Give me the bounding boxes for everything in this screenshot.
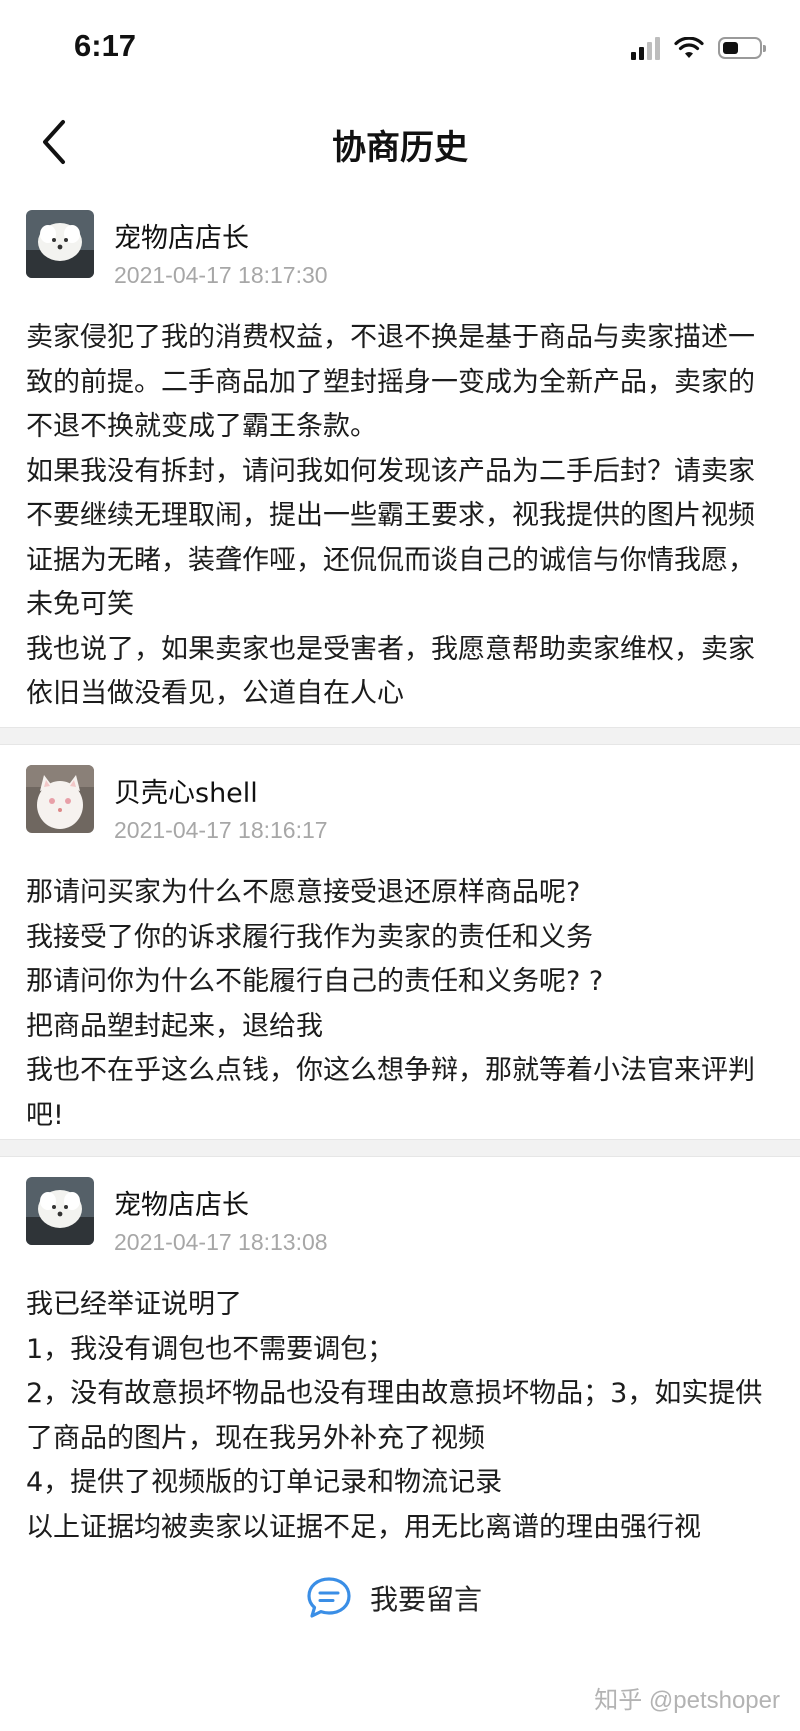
bottom-bar: 我要留言 [0,1545,800,1655]
leave-message-label: 我要留言 [370,1583,483,1616]
avatar[interactable] [26,210,94,278]
author-name: 宠物店店长 [114,223,249,254]
message-paragraph: 卖家侵犯了我的消费权益，不退不换是基于商品与卖家描述一致的前提。二手商品加了塑封… [26,322,755,442]
message-paragraph: 把商品塑封起来，退给我 [26,1010,323,1042]
cellular-signal-icon [631,36,660,60]
message-paragraph: 那请问买家为什么不愿意接受退还原样商品呢? [26,877,581,908]
navigation-bar: 协商历史 [0,100,800,184]
wifi-icon [674,37,704,58]
avatar[interactable] [26,765,94,833]
battery-icon [718,37,766,59]
status-bar: 6:17 [0,0,800,100]
message-content: 卖家侵犯了我的消费权益，不退不换是基于商品与卖家描述一致的前提。二手商品加了塑封… [26,316,774,717]
message-card: 贝壳心shell 2021-04-17 18:16:17 那请问买家为什么不愿意… [0,745,800,1139]
message-content: 我已经举证说明了 1，我没有调包也不需要调包； 2，没有故意损坏物品也没有理由故… [26,1283,774,1545]
message-paragraph: 如果我没有拆封，请问我如何发现该产品为二手后封？请卖家不要继续无理取闹，提出一些… [26,455,755,621]
chat-bubble-icon [307,1577,351,1618]
author-name: 贝壳心shell [114,778,258,809]
message-card: 宠物店店长 2021-04-17 18:13:08 我已经举证说明了 1，我没有… [0,1157,800,1545]
message-timestamp: 2021-04-17 18:17:30 [114,262,328,288]
message-timestamp: 2021-04-17 18:16:17 [114,817,328,843]
message-paragraph: 1，我没有调包也不需要调包； [26,1333,395,1365]
watermark: 知乎 @petshoper [594,1687,780,1714]
message-list[interactable]: 宠物店店长 2021-04-17 18:17:30 卖家侵犯了我的消费权益，不退… [0,190,800,1545]
message-header: 贝壳心shell 2021-04-17 18:16:17 [26,765,774,861]
message-paragraph: 我也说了，如果卖家也是受害者，我愿意帮助卖家维权，卖家依旧当做没看见，公道自在人… [26,633,755,710]
message-paragraph: 我也不在乎这么点钱，你这么想争辩，那就等着小法官来评判吧! [26,1055,755,1131]
message-paragraph: 以上证据均被卖家以证据不足，用无比离谱的理由强行视 [26,1511,701,1543]
message-header: 宠物店店长 2021-04-17 18:13:08 [26,1177,774,1273]
status-icons [631,36,766,60]
section-divider [0,727,800,745]
message-paragraph: 我已经举证说明了 [26,1289,242,1320]
section-divider [0,1139,800,1157]
message-paragraph: 我接受了你的诉求履行我作为卖家的责任和义务 [26,921,593,953]
message-content: 那请问买家为什么不愿意接受退还原样商品呢? 我接受了你的诉求履行我作为卖家的责任… [26,871,774,1138]
message-paragraph: 2，没有故意损坏物品也没有理由故意损坏物品；3，如实提供了商品的图片，现在我另外… [26,1378,763,1454]
avatar[interactable] [26,1177,94,1245]
message-paragraph: 4，提供了视频版的订单记录和物流记录 [26,1467,503,1498]
message-paragraph: 那请问你为什么不能履行自己的责任和义务呢? ? [26,966,604,997]
author-name: 宠物店店长 [114,1190,249,1221]
status-time: 6:17 [74,28,137,63]
message-header: 宠物店店长 2021-04-17 18:17:30 [26,210,774,306]
message-timestamp: 2021-04-17 18:13:08 [114,1229,328,1255]
page-title: 协商历史 [332,128,468,168]
message-card: 宠物店店长 2021-04-17 18:17:30 卖家侵犯了我的消费权益，不退… [0,190,800,727]
leave-message-button[interactable]: 我要留言 [306,1571,482,1625]
